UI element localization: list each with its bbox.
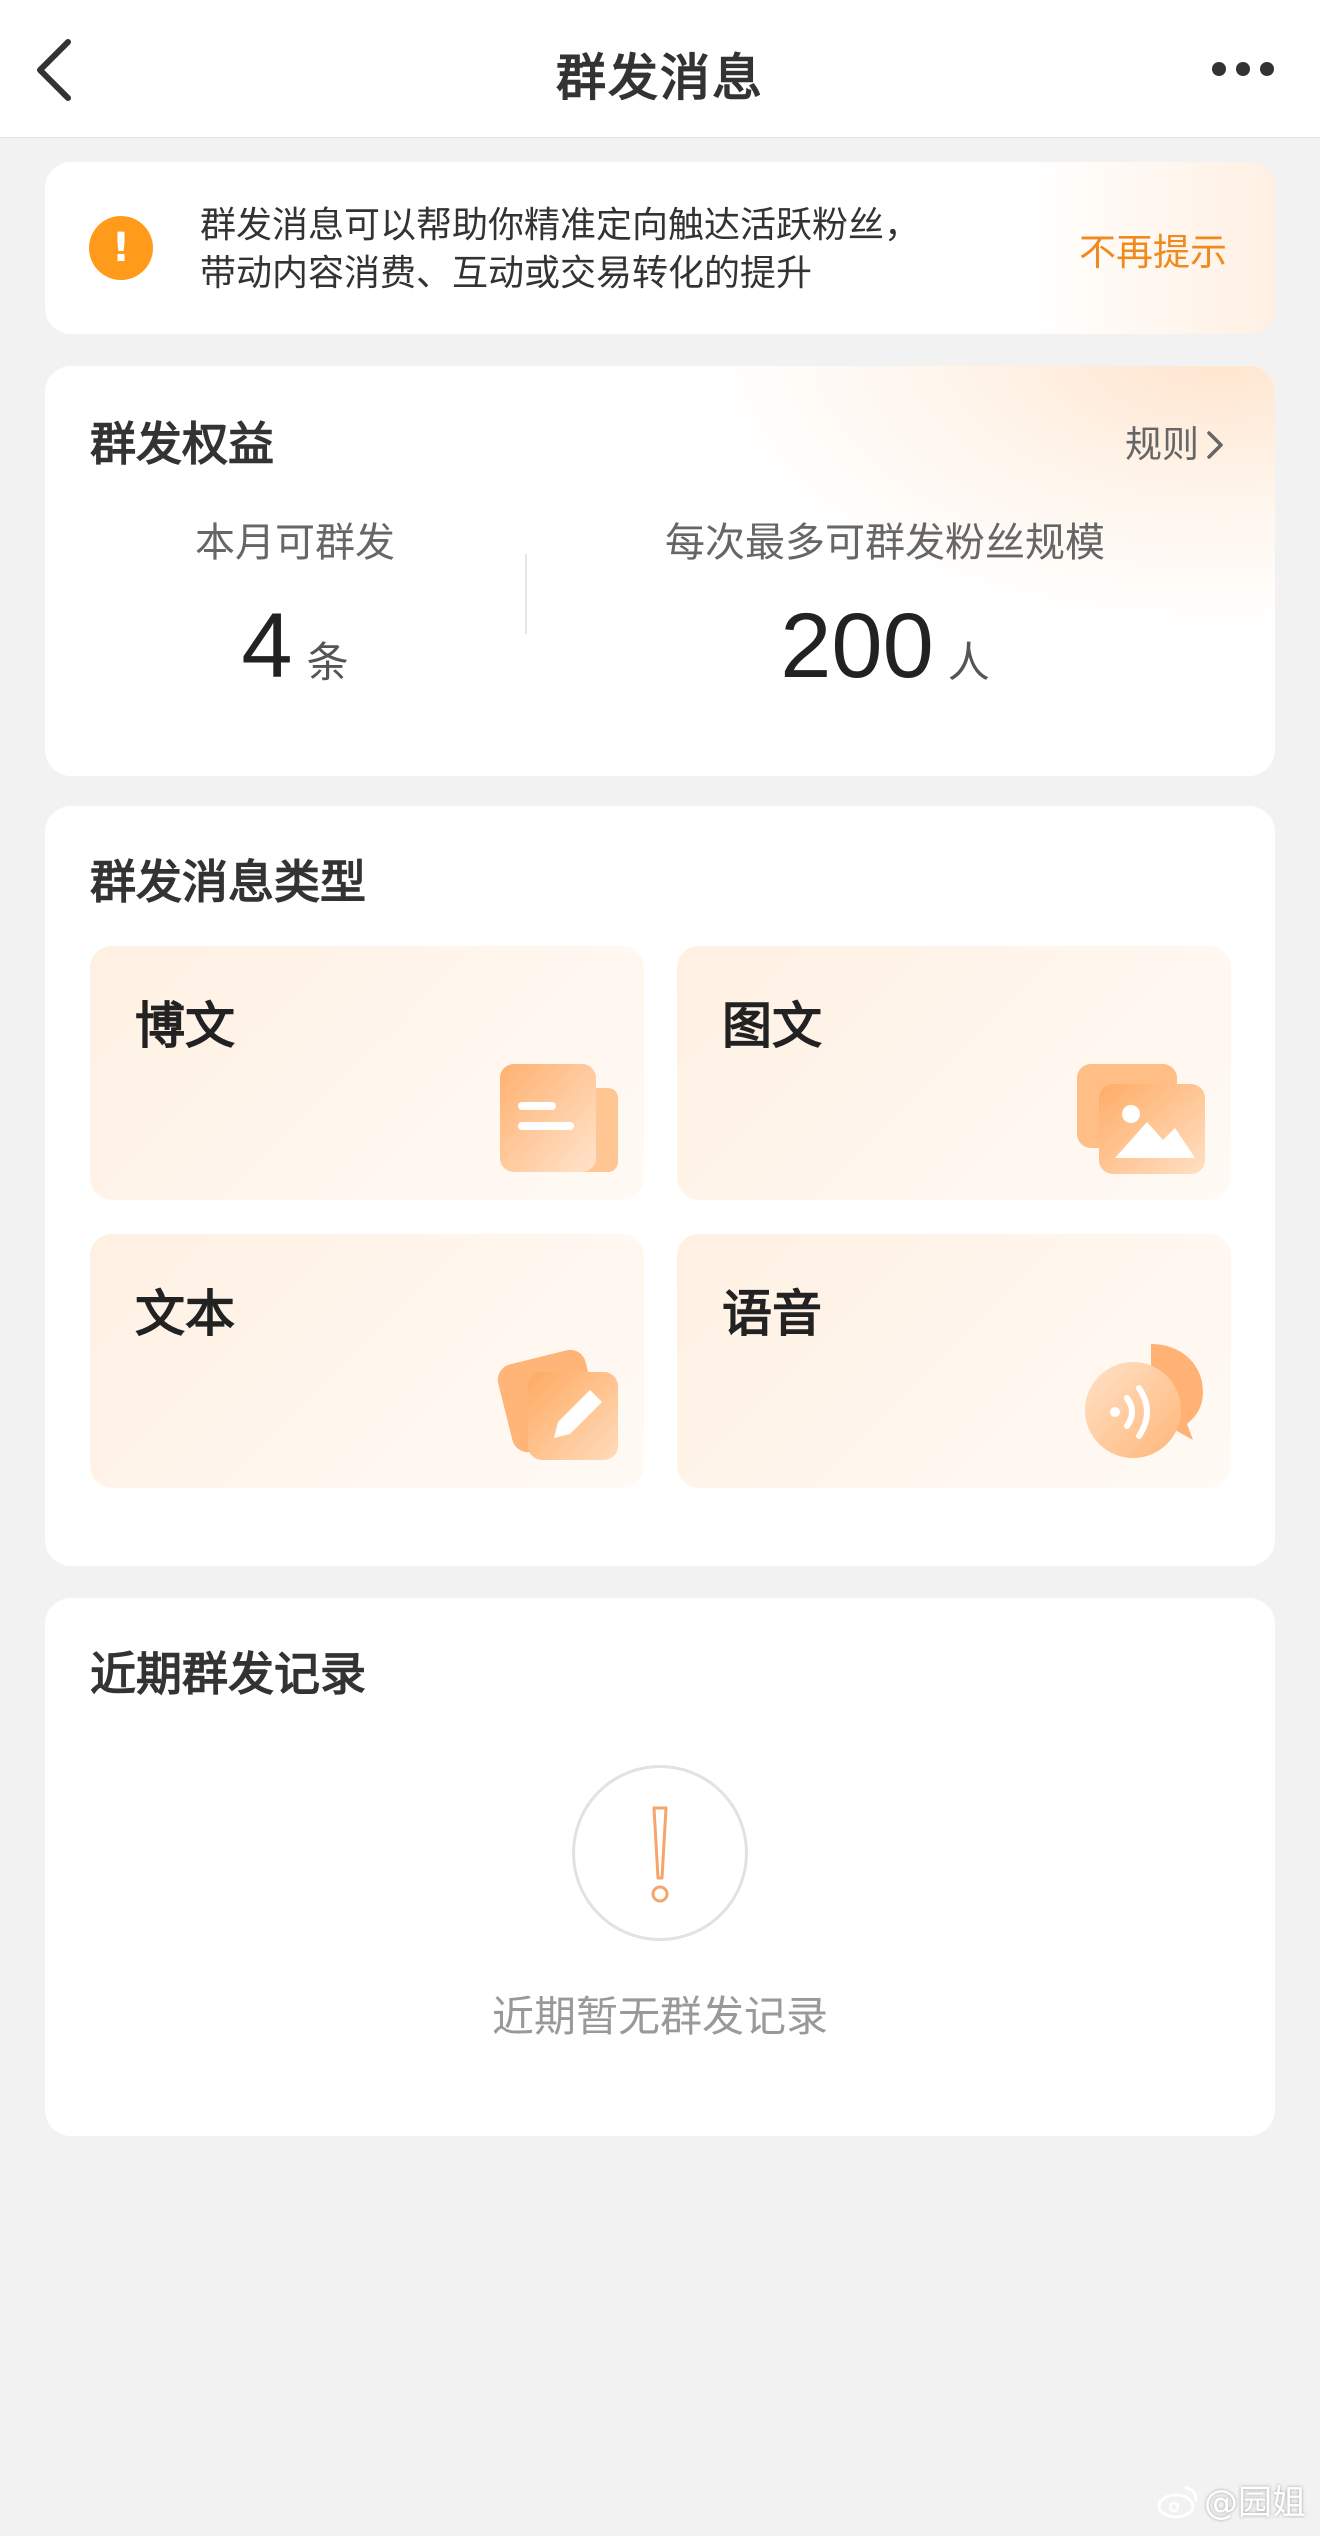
fan-scale-label: 每次最多可群发粉丝规模 (665, 520, 1105, 566)
weibo-icon (1157, 2486, 1198, 2519)
fan-scale-number: 200 (780, 595, 934, 697)
type-tile-image[interactable]: 图文 (677, 946, 1231, 1200)
type-label-image: 图文 (722, 997, 822, 1055)
monthly-quota-unit: 条 (306, 638, 349, 687)
history-title: 近期群发记录 (90, 1647, 366, 1701)
tip-banner: ! 群发消息可以帮助你精准定向触达活跃粉丝， 带动内容消费、互动或交易转化的提升… (45, 162, 1275, 334)
tip-text: 群发消息可以帮助你精准定向触达活跃粉丝， 带动内容消费、互动或交易转化的提升 (200, 202, 920, 298)
voice-icon (1081, 1336, 1211, 1470)
monthly-quota-label: 本月可群发 (195, 520, 395, 566)
quota-card: 群发权益 规则 本月可群发 4条 每次最多可群发粉丝规模 200 人 (45, 366, 1275, 776)
watermark: @园姐 (1156, 2475, 1306, 2524)
message-types-card: 群发消息类型 博文 图文 文本 语音 (45, 806, 1275, 1566)
watermark-text: @园姐 (1204, 2483, 1306, 2523)
stat-divider (525, 554, 527, 634)
exclamation-icon (572, 1765, 748, 1941)
chevron-right-icon (1207, 431, 1223, 459)
dismiss-tip-button[interactable]: 不再提示 (1079, 222, 1227, 276)
fan-scale-unit: 人 (947, 638, 990, 687)
monthly-quota-number: 4 (241, 595, 293, 697)
page-title: 群发消息 (556, 49, 764, 107)
rules-link[interactable]: 规则 (1125, 414, 1225, 468)
monthly-quota-value: 4条 (105, 594, 485, 699)
nav-bar: 群发消息 (0, 0, 1320, 138)
quota-title: 群发权益 (90, 417, 274, 471)
fan-scale-value: 200 人 (585, 594, 1185, 699)
more-horizontal-icon[interactable] (1208, 54, 1278, 84)
exclamation-circle-icon: ! (89, 216, 153, 280)
tip-line-1: 群发消息可以帮助你精准定向触达活跃粉丝， (200, 205, 921, 246)
type-label-text: 文本 (135, 1285, 235, 1343)
type-tile-article[interactable]: 博文 (90, 946, 644, 1200)
message-types-title: 群发消息类型 (90, 855, 366, 909)
image-icon (1071, 1058, 1211, 1182)
rules-label: 规则 (1125, 423, 1199, 466)
type-tile-text[interactable]: 文本 (90, 1234, 644, 1488)
type-label-article: 博文 (135, 997, 235, 1055)
empty-state-text: 近期暂无群发记录 (491, 1992, 828, 2041)
type-tile-voice[interactable]: 语音 (677, 1234, 1231, 1488)
article-icon (494, 1058, 624, 1182)
tip-line-2: 带动内容消费、互动或交易转化的提升 (200, 253, 813, 294)
edit-pencil-icon (494, 1346, 624, 1470)
type-label-voice: 语音 (722, 1285, 822, 1343)
history-card: 近期群发记录 近期暂无群发记录 (45, 1598, 1275, 2136)
